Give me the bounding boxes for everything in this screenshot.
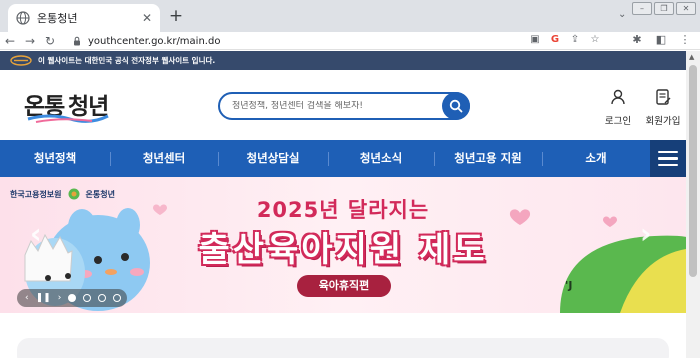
user-login-icon [611, 89, 625, 105]
close-window-icon[interactable]: ✕ [676, 2, 696, 15]
gov-notice-bar: 이 웹사이트는 대한민국 공식 전자정부 웹사이트 입니다. [0, 51, 686, 70]
slider-controls: ‹ ❚❚ › [17, 289, 127, 307]
search-button[interactable] [442, 92, 470, 120]
slider-prev-icon[interactable]: ‹ [25, 293, 29, 303]
lock-icon [74, 36, 80, 46]
scrollbar-thumb[interactable] [689, 65, 697, 277]
search-bar [218, 92, 470, 120]
browser-tabstrip: 온통청년 ✕ + ⌄ – ❐ ✕ [0, 0, 700, 32]
nav-item-counseling[interactable]: 청년상담실 [218, 140, 328, 177]
search-icon [449, 99, 463, 113]
hero-pill-label[interactable]: 육아휴직편 [297, 275, 391, 297]
login-link[interactable]: 로그인 [598, 88, 638, 128]
slide-dot[interactable] [68, 294, 77, 302]
site-logo[interactable]: 온통 청년 [22, 84, 110, 126]
slide-dot[interactable] [83, 294, 92, 302]
signup-link[interactable]: 회원가입 [643, 88, 683, 128]
next-slide-chevron-icon[interactable]: › [640, 217, 652, 250]
bookmark-star-icon[interactable]: ☆ [588, 33, 602, 47]
browser-tab[interactable]: 온통청년 ✕ [8, 4, 160, 32]
scroll-up-icon[interactable]: ▲ [689, 53, 694, 61]
slide-dot[interactable] [98, 294, 107, 302]
menu-kebab-icon[interactable]: ⋮ [678, 33, 692, 47]
extensions-puzzle-icon[interactable]: ✱ [630, 33, 644, 47]
pause-icon[interactable]: ❚❚ [36, 293, 51, 303]
page-scrollbar[interactable]: ▲ [686, 51, 700, 358]
tab-title: 온통청년 [37, 12, 78, 25]
nav-item-news[interactable]: 청년소식 [328, 140, 434, 177]
slide-dot[interactable] [113, 294, 122, 302]
cast-icon[interactable]: ▣ [528, 33, 542, 47]
signup-form-icon [656, 89, 671, 105]
content-section [0, 313, 686, 358]
signup-label: 회원가입 [645, 116, 681, 127]
hero-banner[interactable]: 'J 한국고용정보원 온통청년 2025년 달라지는 출산육아지원 제도 육아휴… [0, 177, 686, 313]
hero-headline-line1: 2025년 달라지는 [256, 198, 430, 222]
search-input[interactable] [220, 101, 440, 111]
login-label: 로그인 [604, 116, 632, 127]
forward-icon[interactable]: → [20, 34, 40, 48]
google-translate-icon[interactable]: G [548, 33, 562, 47]
svg-text:'J: 'J [565, 279, 572, 292]
content-card [17, 338, 669, 358]
nav-item-about[interactable]: 소개 [542, 140, 650, 177]
back-icon[interactable]: ← [0, 34, 20, 48]
tab-search-chevron-icon[interactable]: ⌄ [618, 9, 626, 20]
egov-mark-icon [10, 55, 32, 66]
prev-slide-chevron-icon[interactable]: ‹ [30, 217, 42, 250]
new-tab-button[interactable]: + [166, 6, 186, 26]
nav-item-employment-support[interactable]: 청년고용 지원 [434, 140, 542, 177]
side-panel-icon[interactable]: ◧ [654, 33, 668, 47]
window-controls: – ❐ ✕ [632, 2, 696, 15]
share-icon[interactable]: ⇪ [568, 33, 582, 47]
slider-next-icon[interactable]: › [58, 293, 62, 303]
main-navigation: 청년정책 청년센터 청년상담실 청년소식 청년고용 지원 소개 [0, 140, 686, 177]
omnibox-actions: ▣ G ⇪ ☆ [528, 33, 602, 47]
url-text: youthcenter.go.kr/main.do [88, 35, 221, 47]
nav-item-youth-center[interactable]: 청년센터 [110, 140, 218, 177]
globe-icon [16, 11, 30, 25]
reload-icon[interactable]: ↻ [40, 34, 60, 48]
site-header: 온통 청년 로그인 회원가입 [0, 70, 686, 140]
browser-extensions: ✱ ◧ ⋮ [630, 33, 692, 47]
tab-close-icon[interactable]: ✕ [142, 11, 152, 25]
hero-headline-line2: 출산육아지원 제도 [198, 230, 488, 270]
gov-notice-text: 이 웹사이트는 대한민국 공식 전자정부 웹사이트 입니다. [38, 56, 216, 65]
svg-text:청년: 청년 [68, 94, 108, 120]
maximize-icon[interactable]: ❐ [654, 2, 674, 15]
nav-item-youth-policy[interactable]: 청년정책 [0, 140, 110, 177]
browser-toolbar: ← → ↻ youthcenter.go.kr/main.do ▣ G ⇪ ☆ … [0, 32, 700, 50]
minimize-icon[interactable]: – [632, 2, 652, 15]
hamburger-menu-icon[interactable] [650, 140, 686, 177]
